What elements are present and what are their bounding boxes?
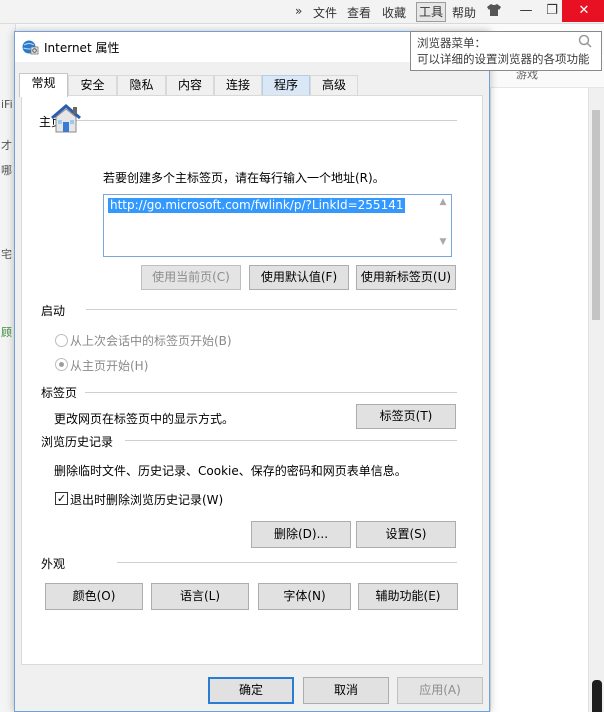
use-default-button[interactable]: 使用默认值(F): [249, 265, 349, 290]
general-tab-panel: 主页 若要创建多个主标签页，请在每行输入一个地址(R)。 http://go.m…: [21, 95, 483, 665]
startup-last-session-label: 从上次会话中的标签页开始(B): [70, 334, 232, 348]
history-group-label: 浏览历史记录: [41, 435, 114, 449]
use-current-button[interactable]: 使用当前页(C): [141, 265, 241, 290]
left-fragment: 才: [1, 139, 12, 152]
history-divider: [125, 440, 457, 441]
startup-last-session-radio[interactable]: [55, 334, 68, 347]
tabs-divider: [85, 392, 457, 393]
cancel-button[interactable]: 取消: [303, 677, 389, 704]
url-textarea-scrollbar[interactable]: ▲ ▼: [435, 195, 451, 256]
accessibility-button[interactable]: 辅助功能(E): [358, 583, 458, 610]
tab-programs[interactable]: 程序: [262, 75, 310, 96]
languages-button[interactable]: 语言(L): [151, 583, 249, 610]
minimize-icon[interactable]: —: [512, 0, 540, 22]
close-icon[interactable]: ✕: [562, 0, 604, 22]
appearance-divider: [117, 562, 457, 563]
tabs-settings-button[interactable]: 标签页(T): [356, 404, 456, 429]
checkmark-icon: ✓: [56, 492, 67, 505]
tools-tooltip: 浏览器菜单： 可以详细的设置浏览器的各项功能: [410, 31, 602, 71]
dialog-title: Internet 属性: [44, 41, 120, 55]
home-page-instruction: 若要创建多个主标签页，请在每行输入一个地址(R)。: [103, 171, 385, 185]
left-fragment: iFi: [1, 98, 13, 111]
menu-more[interactable]: »: [295, 4, 302, 18]
tab-security[interactable]: 安全: [68, 75, 117, 96]
search-icon[interactable]: [578, 34, 592, 52]
home-icon: [49, 103, 83, 135]
tab-general[interactable]: 常规: [19, 73, 68, 97]
tab-privacy[interactable]: 隐私: [117, 75, 166, 96]
delete-on-exit-checkbox[interactable]: ✓: [55, 492, 68, 505]
browser-menubar: » 文件 查看 收藏 工具 帮助 — ❐ ✕: [0, 0, 604, 24]
browser-scroll-thumb-lower[interactable]: [592, 680, 602, 712]
tabs-group-label: 标签页: [41, 386, 78, 400]
menu-tools[interactable]: 工具: [416, 2, 447, 22]
left-fragment: 顾: [1, 326, 12, 339]
startup-group-label: 启动: [41, 304, 66, 318]
scroll-up-icon[interactable]: ▲: [435, 197, 451, 207]
tooltip-body: 可以详细的设置浏览器的各项功能: [417, 52, 590, 66]
apply-button[interactable]: 应用(A): [397, 677, 483, 704]
history-description: 删除临时文件、历史记录、Cookie、保存的密码和网页表单信息。: [54, 464, 407, 478]
internet-options-icon: [21, 38, 39, 56]
menu-favorites[interactable]: 收藏: [382, 4, 406, 21]
history-settings-button[interactable]: 设置(S): [356, 521, 456, 548]
home-page-url-value: http://go.microsoft.com/fwlink/p/?LinkId…: [108, 198, 406, 213]
browser-side-panel: [490, 55, 604, 712]
use-new-tab-button[interactable]: 使用新标签页(U): [356, 265, 456, 290]
fonts-button[interactable]: 字体(N): [258, 583, 351, 610]
tab-connections[interactable]: 连接: [214, 75, 262, 96]
menu-help[interactable]: 帮助: [452, 4, 476, 21]
startup-home-page-label: 从主页开始(H): [70, 359, 149, 373]
tooltip-title: 浏览器菜单：: [417, 36, 486, 50]
startup-divider: [86, 309, 457, 310]
left-fragment: 宅: [1, 248, 12, 261]
skin-icon[interactable]: [486, 3, 502, 20]
appearance-group-label: 外观: [41, 557, 66, 571]
tab-content[interactable]: 内容: [166, 75, 214, 96]
browser-scroll-thumb[interactable]: [592, 110, 600, 320]
startup-home-page-radio[interactable]: [55, 358, 68, 371]
menu-view[interactable]: 查看: [347, 4, 371, 21]
left-fragment: 哪: [1, 164, 12, 177]
internet-options-dialog: Internet 属性 常规 安全 隐私 内容 连接 程序 高级 主页 若要创建…: [14, 31, 490, 712]
home-page-url-textarea[interactable]: http://go.microsoft.com/fwlink/p/?LinkId…: [103, 194, 452, 257]
menu-file[interactable]: 文件: [313, 4, 337, 21]
home-page-divider: [73, 120, 457, 121]
ok-button[interactable]: 确定: [208, 677, 294, 704]
delete-history-button[interactable]: 删除(D)...: [251, 521, 351, 548]
delete-on-exit-label: 退出时删除浏览历史记录(W): [70, 493, 224, 507]
tab-advanced[interactable]: 高级: [310, 75, 358, 96]
tabs-description: 更改网页在标签页中的显示方式。: [54, 412, 235, 426]
colors-button[interactable]: 颜色(O): [45, 583, 143, 610]
scroll-down-icon[interactable]: ▼: [435, 237, 451, 247]
